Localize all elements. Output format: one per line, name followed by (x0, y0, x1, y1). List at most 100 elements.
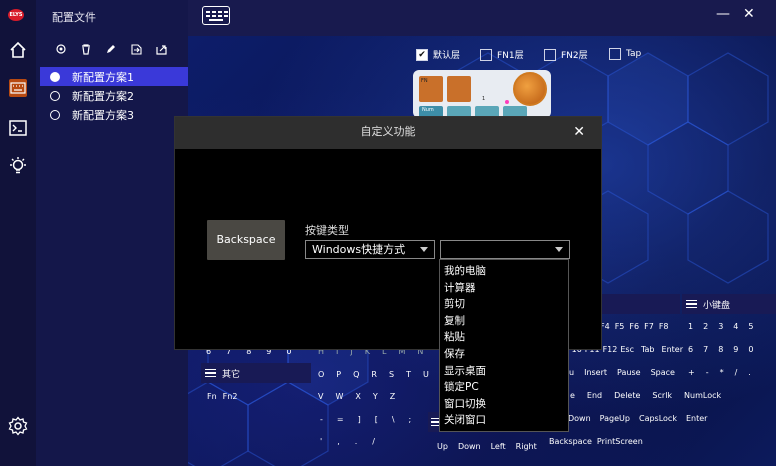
key[interactable]: End (587, 391, 602, 400)
dropdown-option[interactable]: 复制 (440, 313, 568, 330)
dialog-close-button[interactable]: ✕ (573, 117, 585, 147)
dropdown-option[interactable]: 剪切 (440, 296, 568, 313)
key[interactable]: F5 (615, 322, 625, 331)
key[interactable]: \ (392, 415, 395, 424)
key[interactable]: O (318, 370, 324, 379)
key[interactable]: [ (375, 415, 378, 424)
edit-icon[interactable] (104, 42, 118, 56)
key[interactable]: V (318, 392, 323, 401)
key[interactable]: CapsLock (639, 414, 677, 423)
export-icon[interactable] (154, 42, 168, 56)
shortcut-select[interactable] (440, 240, 570, 259)
key[interactable]: F6 (629, 322, 639, 331)
key[interactable]: Left (491, 442, 506, 451)
key[interactable]: Q (353, 370, 359, 379)
radio-unselected[interactable] (50, 109, 60, 120)
dropdown-option[interactable]: 粘贴 (440, 329, 568, 346)
profile-item-3[interactable]: 新配置方案3 (40, 105, 188, 124)
key[interactable]: Down (568, 414, 591, 423)
key[interactable]: PageUp (600, 414, 630, 423)
dropdown-option[interactable]: 窗口切换 (440, 396, 568, 413)
dropdown-option[interactable]: 关闭窗口 (440, 412, 568, 429)
delete-icon[interactable] (79, 42, 93, 56)
dropdown-option[interactable]: 保存 (440, 346, 568, 363)
dropdown-option[interactable]: 锁定PC (440, 379, 568, 396)
key[interactable]: F7 (644, 322, 654, 331)
dropdown-option[interactable]: 我的电脑 (440, 263, 568, 280)
key[interactable]: - (320, 415, 323, 424)
key[interactable]: 0 (748, 345, 753, 354)
key[interactable]: Up (437, 442, 448, 451)
key[interactable]: T (406, 370, 411, 379)
key[interactable]: Pause (617, 368, 641, 377)
key[interactable]: S (389, 370, 394, 379)
home-icon[interactable] (8, 40, 28, 60)
checkbox[interactable] (609, 48, 621, 60)
profile-item-1[interactable]: 新配置方案1 (40, 67, 188, 86)
checkbox[interactable] (480, 48, 492, 61)
key[interactable]: U (423, 370, 429, 379)
key[interactable]: P (336, 370, 341, 379)
key[interactable]: W (335, 392, 343, 401)
minimize-button[interactable]: — (716, 6, 730, 22)
layer-fn1[interactable]: FN1层 (480, 48, 524, 61)
layer-default[interactable]: ✔ 默认层 (416, 48, 460, 61)
key[interactable]: Space (651, 368, 675, 377)
key[interactable]: 3 (718, 322, 723, 331)
key[interactable]: X (355, 392, 360, 401)
settings-icon[interactable] (8, 416, 28, 436)
key[interactable]: F8 (659, 322, 669, 331)
key[interactable]: 9 (733, 345, 738, 354)
key[interactable]: Backspace (549, 437, 592, 446)
key[interactable]: / (735, 368, 738, 377)
key[interactable]: Right (516, 442, 537, 451)
key[interactable]: Tab (641, 345, 655, 354)
checkbox-checked[interactable]: ✔ (416, 48, 428, 61)
key[interactable]: 7 (703, 345, 708, 354)
layer-tap[interactable]: Tap (609, 48, 641, 60)
key[interactable]: ' (320, 437, 322, 446)
key[interactable]: / (372, 437, 375, 446)
key[interactable]: , (337, 437, 340, 446)
radio-unselected[interactable] (50, 90, 60, 101)
import-icon[interactable] (129, 42, 143, 56)
device-key[interactable]: FN (419, 76, 443, 102)
key[interactable]: F12 (603, 345, 618, 354)
key[interactable]: = (337, 415, 344, 424)
layer-fn2[interactable]: FN2层 (544, 48, 588, 61)
key[interactable]: Enter (662, 345, 683, 354)
key[interactable]: Insert (584, 368, 607, 377)
key[interactable]: . (355, 437, 358, 446)
checkbox[interactable] (544, 48, 556, 61)
terminal-icon[interactable] (8, 118, 28, 138)
profile-item-2[interactable]: 新配置方案2 (40, 86, 188, 105)
key[interactable]: Z (390, 392, 395, 401)
key[interactable]: NumLock (684, 391, 721, 400)
lightbulb-icon[interactable] (8, 156, 28, 176)
rotary-knob[interactable] (513, 72, 547, 106)
key[interactable]: R (371, 370, 377, 379)
keyboard-view-icon[interactable] (202, 6, 230, 25)
device-key[interactable] (447, 76, 471, 102)
key[interactable]: 4 (733, 322, 738, 331)
key[interactable]: 8 (718, 345, 723, 354)
key[interactable]: u (569, 368, 574, 377)
key[interactable]: - (706, 368, 709, 377)
key[interactable]: 2 (703, 322, 708, 331)
key[interactable]: 5 (748, 322, 753, 331)
key[interactable]: 6 (688, 345, 693, 354)
key[interactable]: PrintScreen (597, 437, 643, 446)
key[interactable]: Fn (207, 392, 217, 401)
key[interactable]: ; (409, 415, 412, 424)
key[interactable]: Fn2 (223, 392, 238, 401)
key[interactable]: Down (458, 442, 481, 451)
key[interactable]: . (748, 368, 751, 377)
dropdown-option[interactable]: 计算器 (440, 280, 568, 297)
key[interactable]: * (720, 368, 724, 377)
key[interactable]: Scrlk (652, 391, 672, 400)
key[interactable]: ] (358, 415, 361, 424)
radio-selected[interactable] (50, 71, 60, 82)
key[interactable]: 1 (688, 322, 693, 331)
dropdown-option[interactable]: 显示桌面 (440, 363, 568, 380)
key[interactable]: Esc (620, 345, 634, 354)
